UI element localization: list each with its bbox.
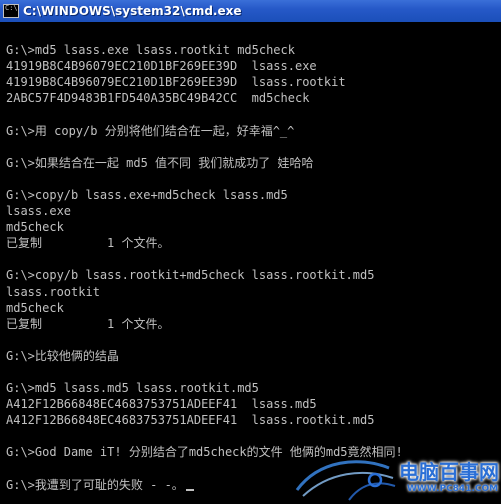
console-line: md5check [6,220,64,235]
window-title: C:\WINDOWS\system32\cmd.exe [23,4,242,18]
cmd-window: C:\ C:\WINDOWS\system32\cmd.exe G:\>md5 … [0,0,501,504]
console-line: A412F12B66848EC4683753751ADEEF41 lsass.r… [6,413,375,428]
watermark: 电脑百事网 WWW.PC841.COM [289,450,499,502]
watermark-brand: 电脑百事网 [399,460,499,484]
console-line: G:\>md5 lsass.exe lsass.rootkit md5check [6,43,295,58]
text-cursor [185,488,194,491]
console-line: 已复制 1 个文件。 [6,316,170,331]
console-line: G:\>如果结合在一起 md5 值不同 我们就成功了 娃哈哈 [6,155,314,170]
console-line: G:\>md5 lsass.md5 lsass.rootkit.md5 [6,381,259,396]
console-line: G:\>copy/b lsass.exe+md5check lsass.md5 [6,187,288,202]
scrollbar[interactable] [487,22,501,504]
console-line: G:\>比较他俩的结晶 [6,348,119,363]
console-line: md5check [6,300,64,315]
console-line: lsass.rootkit [6,284,100,299]
console-line: G:\>用 copy/b 分别将他们结合在一起，好幸福^_^ [6,123,295,138]
title-bar[interactable]: C:\ C:\WINDOWS\system32\cmd.exe [0,0,501,22]
cmd-icon: C:\ [3,4,19,18]
console-line: lsass.exe [6,204,72,219]
console-line: 已复制 1 个文件。 [6,236,170,251]
console-line: 41919B8C4B96079EC210D1BF269EE39D lsass.e… [6,59,317,74]
console-line: G:\>copy/b lsass.rootkit+md5check lsass.… [6,268,375,283]
console-line: 2ABC57F4D9483B1FD540A35BC49B42CC md5chec… [6,91,310,106]
console-line: 41919B8C4B96079EC210D1BF269EE39D lsass.r… [6,75,346,90]
watermark-swirl-icon [295,460,396,501]
console-output[interactable]: G:\>md5 lsass.exe lsass.rootkit md5check… [6,26,486,504]
watermark-url: WWW.PC841.COM [407,484,499,494]
console-line: A412F12B66848EC4683753751ADEEF41 lsass.m… [6,397,317,412]
